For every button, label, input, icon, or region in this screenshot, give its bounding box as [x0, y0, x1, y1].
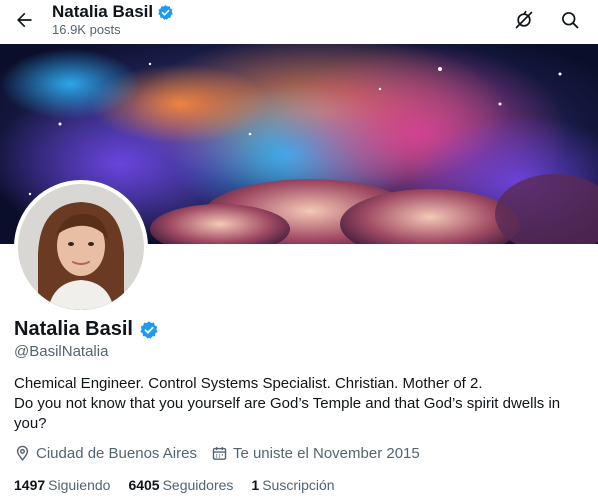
profile-meta: Ciudad de Buenos Aires Te uniste el Nove… — [14, 445, 434, 462]
arrow-left-icon — [17, 12, 32, 28]
profile-location: Ciudad de Buenos Aires — [14, 445, 197, 462]
search-icon — [562, 12, 579, 29]
profile-join-date: Te uniste el November 2015 — [211, 445, 420, 462]
followers-count: 6405 — [128, 477, 160, 493]
header-post-count: 16.9K posts — [52, 22, 121, 37]
media-toggle-button[interactable] — [508, 4, 540, 36]
followers-label: Seguidores — [162, 477, 234, 493]
following-count: 1497 — [14, 477, 46, 493]
calendar-icon — [212, 447, 227, 460]
subscriptions-link[interactable]: 1 Suscripción — [251, 477, 334, 493]
header-profile-name: Natalia Basil — [52, 2, 154, 21]
bio-line: you? — [14, 415, 47, 432]
join-date-text: Te uniste el November 2015 — [232, 445, 420, 462]
followers-link[interactable]: 6405 Seguidores — [128, 477, 233, 493]
subscriptions-count: 1 — [251, 477, 260, 493]
following-label: Siguiendo — [48, 477, 111, 493]
following-link[interactable]: 1497 Siguiendo — [14, 477, 110, 493]
profile-handle: @BasilNatalia — [14, 343, 109, 360]
search-button[interactable] — [554, 4, 586, 36]
verified-badge-icon — [158, 4, 173, 20]
verified-badge-icon — [140, 320, 158, 339]
subscriptions-label: Suscripción — [262, 477, 335, 493]
location-pin-icon — [16, 445, 29, 461]
profile-stats: 1497 Siguiendo 6405 Seguidores 1 Suscripció… — [14, 477, 353, 493]
media-off-icon — [515, 10, 533, 29]
profile-header-bar: Natalia Basil 16.9K posts — [0, 0, 598, 44]
back-button[interactable] — [8, 4, 40, 36]
profile-avatar[interactable] — [14, 180, 148, 314]
bio-line: Chemical Engineer. Control Systems Speci… — [14, 375, 483, 392]
profile-name: Natalia Basil — [14, 318, 133, 340]
location-text: Ciudad de Buenos Aires — [36, 445, 197, 462]
profile-bio: Chemical Engineer. Control Systems Speci… — [14, 374, 584, 434]
bio-line: Do you not know that you yourself are Go… — [14, 395, 561, 412]
